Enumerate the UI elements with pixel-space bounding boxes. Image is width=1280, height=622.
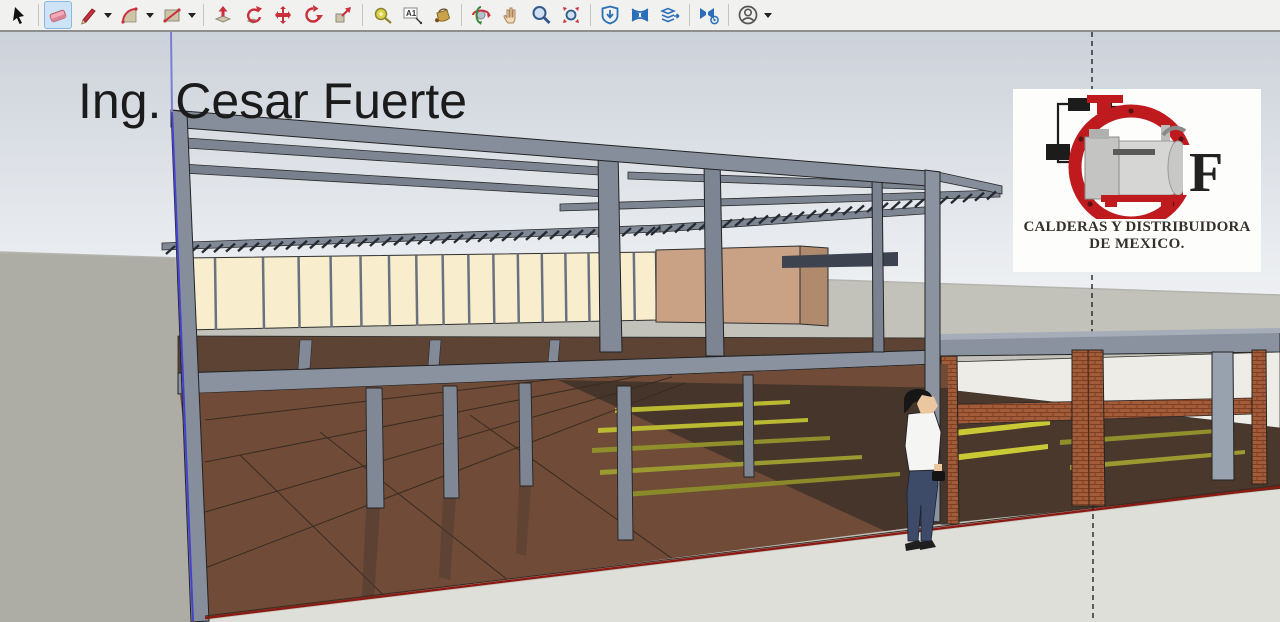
model-annotation-text[interactable]: Ing. Cesar Fuerte [78, 76, 467, 126]
sketchup-window: A1 [0, 0, 1280, 622]
extension-warehouse-icon[interactable] [626, 1, 654, 29]
toolbar-separator [461, 4, 462, 26]
account-icon[interactable] [734, 1, 762, 29]
logo-caption: CALDERAS Y DISTRIBUIDORA DE MEXICO. [1013, 219, 1261, 253]
tape-measure-tool-icon[interactable] [368, 1, 396, 29]
logo-letter: F [1189, 142, 1223, 204]
account-dropdown-icon[interactable] [764, 13, 772, 18]
arc-tool-dropdown-icon[interactable] [146, 13, 154, 18]
toolbar-separator [728, 4, 729, 26]
line-tool-icon[interactable] [74, 1, 102, 29]
components-icon[interactable] [656, 1, 684, 29]
rectangle-tool-icon[interactable] [158, 1, 186, 29]
logo-caption-line1: CALDERAS Y DISTRIBUIDORA [1013, 219, 1261, 236]
toolbar-separator [362, 4, 363, 26]
extension-manager-icon[interactable] [695, 1, 723, 29]
paint-bucket-tool-icon[interactable] [428, 1, 456, 29]
rotate-tool-icon[interactable] [299, 1, 327, 29]
toolbar-separator [689, 4, 690, 26]
toolbar: A1 [0, 0, 1280, 32]
toolbar-separator [203, 4, 204, 26]
scale-tool-icon[interactable] [329, 1, 357, 29]
pan-tool-icon[interactable] [497, 1, 525, 29]
arc-tool-icon[interactable] [116, 1, 144, 29]
toolbar-separator [590, 4, 591, 26]
toolbar-separator [38, 4, 39, 26]
move-tool-icon[interactable] [269, 1, 297, 29]
model-viewport[interactable]: Ing. Cesar Fuerte [0, 32, 1280, 622]
text-tool-label: A1 [406, 9, 417, 18]
back-wall[interactable] [184, 246, 898, 330]
company-logo[interactable]: F CALDERAS Y DISTRIBUIDORA DE MEXICO. [1013, 89, 1261, 272]
orbit-tool-icon[interactable] [467, 1, 495, 29]
push-pull-tool-icon[interactable] [209, 1, 237, 29]
logo-caption-line2: DE MEXICO. [1013, 236, 1261, 253]
zoom-extents-tool-icon[interactable] [557, 1, 585, 29]
3d-warehouse-icon[interactable] [596, 1, 624, 29]
eraser-tool-icon[interactable] [44, 1, 72, 29]
text-tool-icon[interactable]: A1 [398, 1, 426, 29]
line-tool-dropdown-icon[interactable] [104, 13, 112, 18]
follow-me-tool-icon[interactable] [239, 1, 267, 29]
zoom-tool-icon[interactable] [527, 1, 555, 29]
rectangle-tool-dropdown-icon[interactable] [188, 13, 196, 18]
select-tool-icon[interactable] [5, 1, 33, 29]
